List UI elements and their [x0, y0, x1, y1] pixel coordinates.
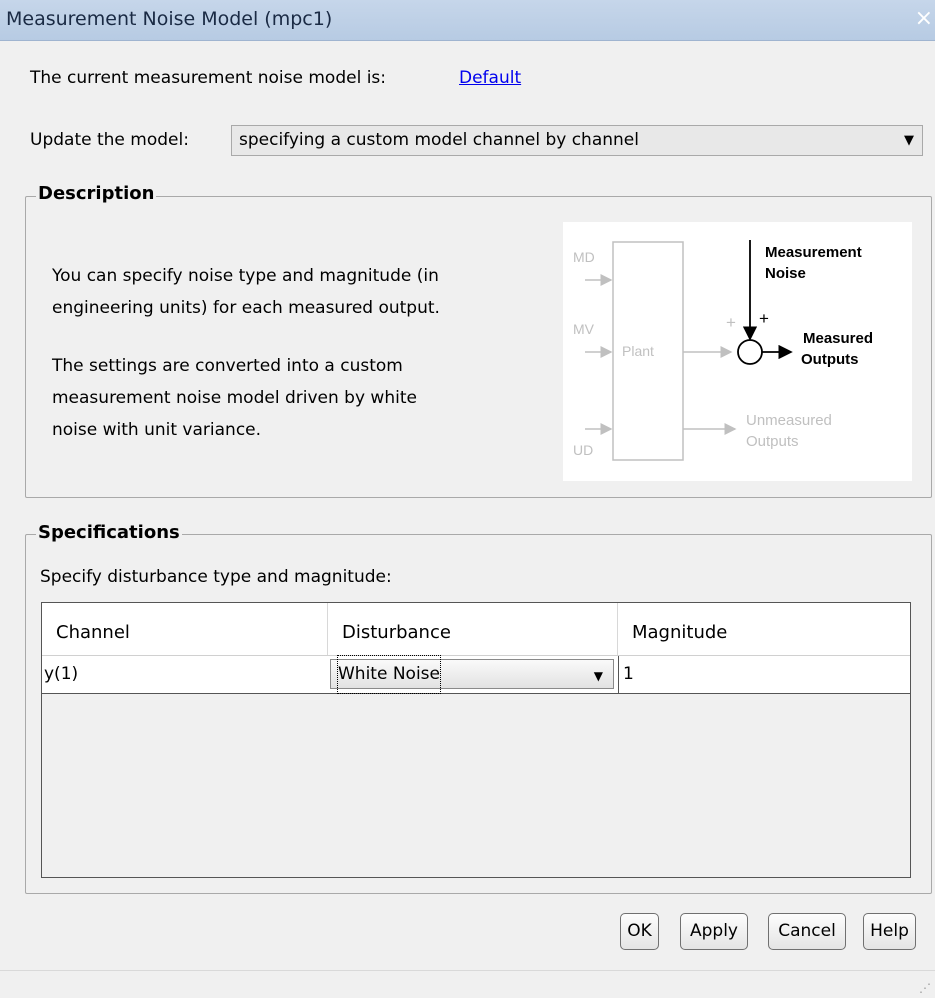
- description-legend: Description: [36, 183, 157, 204]
- close-icon[interactable]: ×: [915, 6, 933, 31]
- noise-label-line2: Noise: [765, 265, 806, 282]
- description-line: engineering units) for each measured out…: [52, 298, 440, 318]
- description-text: You can specify noise type and magnitude…: [52, 260, 440, 446]
- noise-label-line1: Measurement: [765, 244, 862, 261]
- resize-grip-icon[interactable]: ⋰: [919, 981, 931, 995]
- help-button[interactable]: Help: [863, 913, 916, 950]
- column-header-disturbance[interactable]: Disturbance: [328, 603, 618, 655]
- unmeasured-label-line1: Unmeasured: [746, 412, 832, 429]
- description-line: noise with unit variance.: [52, 420, 262, 440]
- plus-black-label: +: [759, 309, 769, 328]
- default-model-link[interactable]: Default: [459, 68, 521, 88]
- column-header-channel[interactable]: Channel: [42, 603, 328, 655]
- column-header-magnitude[interactable]: Magnitude: [618, 603, 910, 655]
- mv-label: MV: [573, 321, 595, 337]
- description-line: measurement noise model driven by white: [52, 388, 417, 408]
- apply-button[interactable]: Apply: [680, 913, 748, 950]
- ud-label: UD: [573, 442, 593, 458]
- specifications-instruction: Specify disturbance type and magnitude:: [40, 567, 392, 587]
- description-line: The settings are converted into a custom: [52, 356, 403, 376]
- update-model-label: Update the model:: [30, 130, 189, 150]
- noise-spec-table: Channel Disturbance Magnitude y(1) White…: [41, 602, 911, 878]
- disturbance-cell[interactable]: White Noise ▼: [328, 655, 618, 694]
- update-model-value: specifying a custom model channel by cha…: [239, 130, 639, 150]
- measured-label-line1: Measured: [803, 330, 873, 347]
- unmeasured-label-line2: Outputs: [746, 433, 799, 450]
- table-row: y(1) White Noise ▼ 1: [42, 655, 910, 694]
- window-title: Measurement Noise Model (mpc1): [6, 8, 333, 30]
- measured-label-line2: Outputs: [801, 351, 859, 368]
- description-line: You can specify noise type and magnitude…: [52, 266, 439, 286]
- sum-junction-icon: [737, 339, 763, 365]
- md-label: MD: [573, 249, 595, 265]
- status-bar: ⋰: [0, 970, 935, 998]
- disturbance-dropdown[interactable]: White Noise ▼: [330, 655, 614, 694]
- ok-button[interactable]: OK: [620, 913, 659, 950]
- cancel-button[interactable]: Cancel: [768, 913, 846, 950]
- channel-cell: y(1): [44, 664, 79, 684]
- plus-grey-label: +: [726, 313, 736, 332]
- magnitude-cell[interactable]: 1: [618, 656, 910, 693]
- plant-label: Plant: [622, 343, 654, 359]
- specifications-legend: Specifications: [36, 522, 182, 543]
- diagram-svg: MD MV UD Plant + + Measurement Noise Mea…: [573, 240, 873, 461]
- noise-model-diagram: MD MV UD Plant + + Measurement Noise Mea…: [563, 222, 912, 481]
- chevron-down-icon: ▼: [593, 669, 603, 683]
- table-header: Channel Disturbance Magnitude: [42, 603, 910, 656]
- disturbance-value: White Noise: [337, 655, 441, 694]
- update-model-dropdown[interactable]: specifying a custom model channel by cha…: [231, 125, 923, 156]
- chevron-down-icon: ▼: [904, 133, 914, 148]
- title-bar: Measurement Noise Model (mpc1) ×: [0, 0, 935, 41]
- current-model-label: The current measurement noise model is:: [30, 68, 387, 88]
